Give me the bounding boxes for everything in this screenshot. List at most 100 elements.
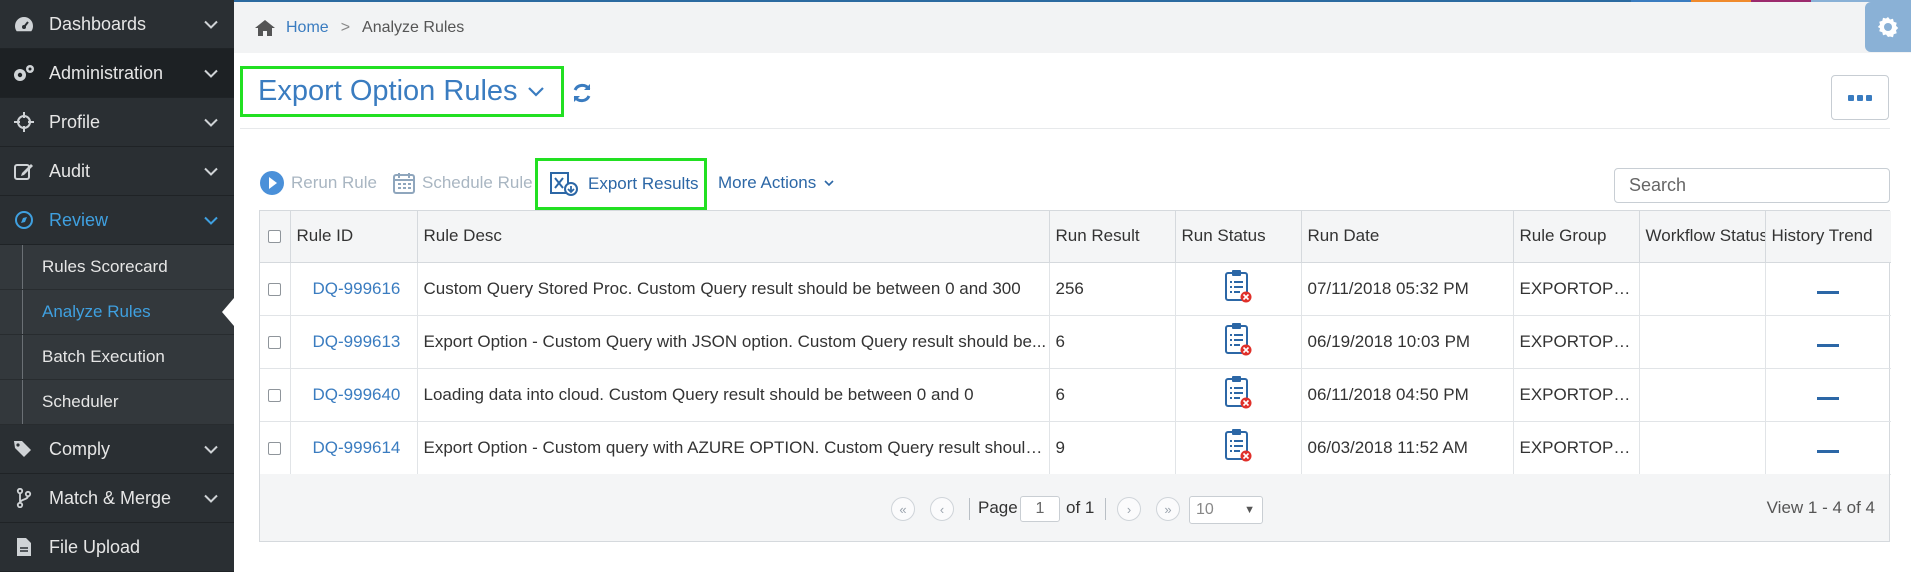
sidebar-item-comply[interactable]: Comply — [0, 425, 234, 474]
table-row[interactable]: DQ-999614 Export Option - Custom query w… — [260, 421, 1891, 475]
submenu-item-batch-execution[interactable]: Batch Execution — [0, 335, 234, 380]
ellipsis-icon — [1848, 94, 1854, 101]
sidebar-item-match-merge[interactable]: Match & Merge — [0, 474, 234, 523]
chevron-left-icon: ‹ — [939, 501, 945, 517]
column-header[interactable]: Rule ID — [290, 211, 418, 263]
breadcrumb-home-link[interactable]: Home — [286, 19, 329, 37]
branch-icon — [12, 486, 36, 510]
double-chevron-left-icon: « — [899, 501, 907, 517]
column-header[interactable]: Rule Desc — [417, 211, 1050, 263]
sidebar-item-label: Match & Merge — [49, 487, 172, 508]
select-all-checkbox[interactable] — [268, 230, 282, 244]
table-row[interactable]: DQ-999616 Custom Query Stored Proc. Cust… — [260, 262, 1891, 316]
history-trend-cell — [1765, 421, 1891, 475]
row-select-cell — [260, 262, 291, 316]
table-row[interactable]: DQ-999640 Loading data into cloud. Custo… — [260, 368, 1891, 422]
history-trend-cell — [1765, 368, 1891, 422]
run-result-cell: 6 — [1049, 315, 1176, 369]
page-title: Export Option Rules — [258, 75, 518, 107]
more-options-button[interactable] — [1831, 75, 1889, 120]
column-header[interactable]: History Trend — [1765, 211, 1891, 263]
prev-page-button[interactable]: ‹ — [930, 497, 954, 521]
run-result-cell: 6 — [1049, 368, 1176, 422]
trend-dash-icon[interactable] — [1817, 396, 1840, 400]
rule-desc-cell: Export Option - Custom Query with JSON o… — [417, 315, 1050, 369]
export-results-button[interactable]: Export Results — [535, 158, 707, 210]
workflow-status-cell — [1639, 315, 1766, 369]
sidebar-item-dashboards[interactable]: Dashboards — [0, 0, 234, 49]
sidebar-item-administration[interactable]: Administration — [0, 49, 234, 98]
sidebar: Dashboards Administration Profile Audit … — [0, 0, 234, 572]
next-page-button[interactable]: › — [1117, 497, 1141, 521]
rule-group-title-selector[interactable]: Export Option Rules — [240, 66, 564, 117]
rule-desc-cell: Custom Query Stored Proc. Custom Query r… — [417, 262, 1050, 316]
page-size-value: 10 — [1196, 501, 1214, 518]
run-date-cell: 06/11/2018 04:50 PM — [1301, 368, 1514, 422]
sidebar-item-review[interactable]: Review — [0, 196, 234, 245]
search-input[interactable] — [1614, 168, 1890, 203]
rule-id-link[interactable]: DQ-999640 — [290, 368, 418, 422]
chevron-down-icon — [204, 210, 218, 231]
chevron-down-icon — [204, 112, 218, 133]
column-header[interactable]: Run Status — [1175, 211, 1302, 263]
crosshair-icon — [12, 110, 36, 134]
row-select-cell — [260, 421, 291, 475]
chevron-down-icon — [204, 439, 218, 460]
column-header[interactable]: Workflow Status — [1639, 211, 1766, 263]
history-trend-cell — [1765, 262, 1891, 316]
page-number-input[interactable]: 1 — [1020, 496, 1060, 522]
run-result-cell: 256 — [1049, 262, 1176, 316]
settings-gear-button[interactable] — [1865, 2, 1911, 52]
column-header[interactable]: Run Date — [1301, 211, 1514, 263]
sidebar-item-file-upload[interactable]: File Upload — [0, 523, 234, 572]
failed-clipboard-icon[interactable] — [1224, 375, 1252, 409]
failed-clipboard-icon[interactable] — [1224, 428, 1252, 462]
submenu-item-rules-scorecard[interactable]: Rules Scorecard — [0, 245, 234, 290]
table-row[interactable]: DQ-999613 Export Option - Custom Query w… — [260, 315, 1891, 369]
column-header[interactable]: Run Result — [1049, 211, 1176, 263]
column-header[interactable]: Rule Group — [1513, 211, 1640, 263]
gear-icon — [1877, 17, 1899, 38]
last-page-button[interactable]: » — [1156, 497, 1180, 521]
home-icon[interactable] — [254, 19, 276, 37]
more-actions-dropdown[interactable]: More Actions — [718, 163, 834, 203]
page-size-select[interactable]: 10 ▼ — [1189, 496, 1263, 524]
run-status-cell — [1175, 368, 1302, 422]
chevron-down-icon — [204, 488, 218, 509]
run-date-cell: 07/11/2018 05:32 PM — [1301, 262, 1514, 316]
sidebar-item-profile[interactable]: Profile — [0, 98, 234, 147]
rule-id-link[interactable]: DQ-999614 — [290, 421, 418, 475]
chevron-down-icon — [204, 63, 218, 84]
file-icon — [12, 535, 36, 559]
schedule-rule-button[interactable]: Schedule Rule — [392, 163, 533, 203]
trend-dash-icon[interactable] — [1817, 343, 1840, 347]
rule-id-link[interactable]: DQ-999616 — [290, 262, 418, 316]
failed-clipboard-icon[interactable] — [1224, 322, 1252, 356]
trend-dash-icon[interactable] — [1817, 449, 1840, 453]
rerun-rule-button[interactable]: Rerun Rule — [259, 163, 377, 203]
rule-desc-cell: Export Option - Custom query with AZURE … — [417, 421, 1050, 475]
row-checkbox[interactable] — [268, 335, 282, 349]
chevron-right-icon: › — [1126, 501, 1132, 517]
first-page-button[interactable]: « — [891, 497, 915, 521]
refresh-icon[interactable] — [570, 81, 594, 105]
row-checkbox[interactable] — [268, 282, 282, 296]
run-date-cell: 06/03/2018 11:52 AM — [1301, 421, 1514, 475]
calendar-icon — [392, 171, 416, 195]
workflow-status-cell — [1639, 262, 1766, 316]
failed-clipboard-icon[interactable] — [1224, 269, 1252, 303]
submenu-item-scheduler[interactable]: Scheduler — [0, 380, 234, 425]
row-select-cell — [260, 315, 291, 369]
submenu-item-analyze-rules[interactable]: Analyze Rules — [0, 290, 234, 335]
row-checkbox[interactable] — [268, 441, 282, 455]
export-file-icon — [550, 171, 578, 197]
schedule-rule-label: Schedule Rule — [422, 173, 533, 192]
breadcrumb: Home > Analyze Rules — [234, 2, 1911, 53]
table-pager: « ‹ Page 1 of 1 › » 10 ▼ View 1 - 4 of 4 — [259, 474, 1890, 542]
chevron-down-icon — [204, 161, 218, 182]
row-checkbox[interactable] — [268, 388, 282, 402]
trend-dash-icon[interactable] — [1817, 290, 1840, 294]
rule-desc-cell: Loading data into cloud. Custom Query re… — [417, 368, 1050, 422]
rule-id-link[interactable]: DQ-999613 — [290, 315, 418, 369]
sidebar-item-audit[interactable]: Audit — [0, 147, 234, 196]
